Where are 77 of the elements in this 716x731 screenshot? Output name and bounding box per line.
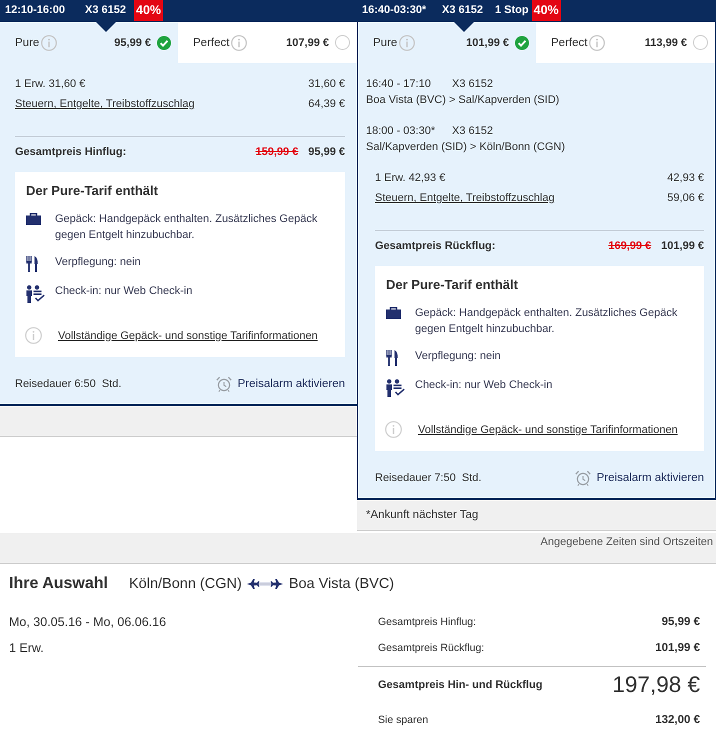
fare-price: 101,99 €: [466, 36, 509, 50]
tariff-info-link[interactable]: Vollständige Gepäck- und sonstige Tarifinformationen: [418, 422, 678, 438]
total-label: Gesamtpreis Rückflug:: [375, 239, 496, 254]
flight-time: 12:10-16:00: [5, 3, 66, 18]
flight-number: X3 6152: [442, 3, 484, 18]
route-text: Boa Vista (BVC) > Sal/Kapverden (SID): [366, 93, 560, 108]
price-amount: 42,93 €: [667, 171, 704, 186]
price-amount: 132,00 €: [655, 713, 700, 728]
people-check-icon: [386, 379, 405, 397]
original-price: 159,99 €: [255, 145, 298, 160]
fare-label: 1 Erw. 31,60 €: [15, 77, 86, 92]
alarm-clock-icon: [574, 470, 591, 486]
fare-price: 107,99 €: [286, 36, 329, 50]
fork-knife-icon: [26, 256, 38, 272]
alarm-clock-icon: [216, 376, 232, 392]
fare-price: 113,99 €: [644, 36, 687, 50]
price-label: Gesamtpreis Hin- und Rückflug: [378, 678, 542, 693]
total-price: 95,99 €: [308, 145, 345, 160]
segment-time: 18:00 - 03:30*: [366, 124, 436, 139]
travel-duration: Reisedauer 7:50 Std.: [375, 471, 482, 486]
flight-number: X3 6152: [452, 77, 493, 92]
feature-text: Verpflegung: nein: [55, 255, 142, 270]
info-icon[interactable]: [399, 34, 416, 50]
flight-time: 16:40-03:30*: [362, 3, 428, 18]
discount-badge: 40%: [532, 0, 561, 21]
price-label: Sie sparen: [378, 713, 428, 728]
stops-label: 1 Stop: [495, 3, 529, 18]
fees-link[interactable]: Steuern, Entgelte, Treibstoffzuschlag: [15, 96, 195, 112]
info-icon: [385, 421, 402, 438]
tariff-info-link[interactable]: Vollständige Gepäck- und sonstige Tarifinformationen: [58, 328, 318, 344]
feature-text: Gepäck: Handgepäck enthalten. Zusätzliches Gepäck gegen Entgelt hinzubuchbar.: [55, 212, 318, 243]
flight-number: X3 6152: [452, 124, 493, 139]
footnote-text: *Ankunft nächster Tag: [366, 508, 478, 523]
discount-badge: 40%: [134, 0, 164, 21]
people-check-icon: [26, 285, 45, 303]
plane-arrows-icon: [246, 578, 283, 590]
summary-title: Ihre Auswahl: [9, 576, 108, 592]
feature-text: Verpflegung: nein: [415, 349, 502, 364]
price-amount: 101,99 €: [655, 641, 700, 656]
price-alert-link[interactable]: Preisalarm aktivieren: [216, 376, 345, 392]
fare-tab[interactable]: Perfect 107,99 €: [178, 22, 357, 63]
travel-duration: Reisedauer 6:50 Std.: [15, 377, 122, 392]
price-amount: 197,98 €: [612, 672, 700, 698]
feature-text: Check-in: nur Web Check-in: [55, 284, 194, 299]
price-amount: 95,99 €: [662, 615, 700, 630]
price-amount: 59,06 €: [667, 191, 704, 206]
fare-label: 1 Erw. 42,93 €: [375, 171, 446, 186]
price-amount: 64,39 €: [308, 97, 345, 112]
timezone-note: Angegebene Zeiten sind Ortszeiten: [540, 536, 713, 548]
passenger-count: 1 Erw.: [9, 640, 45, 656]
tariff-title: Der Pure-Tarif enthält: [26, 182, 159, 200]
price-label: Gesamtpreis Rückflug:: [378, 641, 484, 656]
total-label: Gesamtpreis Hinflug:: [15, 145, 126, 160]
feature-text: Check-in: nur Web Check-in: [415, 378, 554, 393]
suitcase-icon: [26, 213, 41, 225]
tariff-title: Der Pure-Tarif enthält: [386, 276, 519, 294]
info-icon[interactable]: [41, 34, 58, 50]
suitcase-icon: [386, 307, 401, 319]
fare-price: 95,99 €: [114, 36, 151, 50]
destination-airport: Boa Vista (BVC): [288, 576, 394, 592]
info-icon[interactable]: [231, 34, 248, 50]
price-label: Gesamtpreis Hinflug:: [378, 615, 476, 630]
fare-tab[interactable]: Perfect 113,99 €: [536, 22, 715, 63]
travel-dates: Mo, 30.05.16 - Mo, 06.06.16: [9, 614, 168, 630]
info-icon[interactable]: [589, 34, 606, 50]
flight-number: X3 6152: [85, 3, 127, 18]
feature-text: Gepäck: Handgepäck enthalten. Zusätzliches Gepäck gegen Entgelt hinzubuchbar.: [415, 306, 678, 337]
price-amount: 31,60 €: [308, 77, 345, 92]
total-price: 101,99 €: [661, 239, 704, 254]
info-icon: [25, 327, 42, 344]
origin-airport: Köln/Bonn (CGN): [128, 576, 242, 592]
price-alert-link[interactable]: Preisalarm aktivieren: [574, 470, 704, 486]
fork-knife-icon: [386, 350, 398, 366]
fees-link[interactable]: Steuern, Entgelte, Treibstoffzuschlag: [375, 190, 555, 206]
original-price: 169,99 €: [608, 239, 652, 254]
route-text: Sal/Kapverden (SID) > Köln/Bonn (CGN): [366, 140, 566, 155]
segment-time: 16:40 - 17:10: [366, 77, 432, 92]
